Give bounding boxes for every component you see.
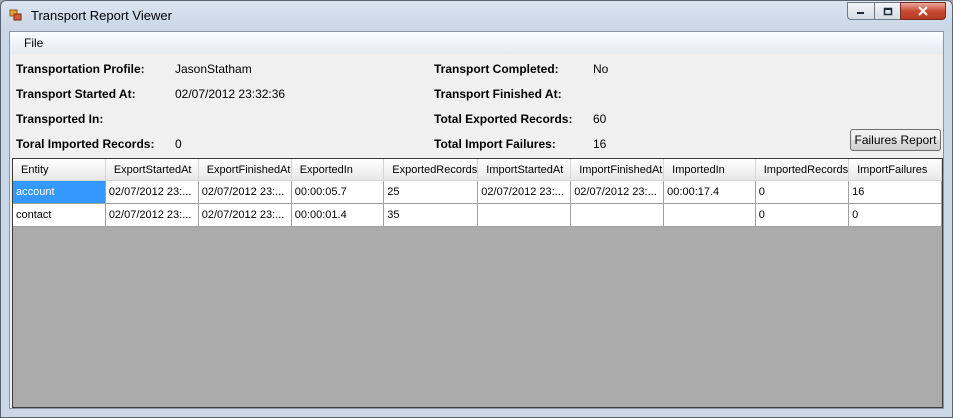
completed-value: No (593, 62, 609, 76)
column-header-imported-in[interactable]: ImportedIn (663, 159, 756, 181)
column-header-export-started-at[interactable]: ExportStartedAt (105, 159, 199, 181)
started-value: 02/07/2012 23:32:36 (175, 87, 286, 101)
grid-cell[interactable]: 02/07/2012 23:... (477, 180, 572, 204)
table-row[interactable]: contact 02/07/2012 23:... 02/07/2012 23:… (13, 203, 942, 227)
grid-cell[interactable]: 00:00:05.7 (291, 180, 385, 204)
main-window: Transport Report Viewer File Transportat… (0, 0, 953, 418)
grid-cell[interactable]: 0 (755, 180, 850, 204)
grid-cell[interactable]: 02/07/2012 23:... (198, 203, 292, 227)
grid-cell[interactable]: 02/07/2012 23:... (105, 180, 199, 204)
profile-value: JasonStatham (175, 62, 252, 76)
menu-file[interactable]: File (24, 36, 43, 50)
menu-bar: File (10, 32, 943, 54)
grid-cell[interactable]: account (13, 180, 106, 204)
grid-cell[interactable]: 25 (383, 180, 479, 204)
grid-cell[interactable]: 16 (848, 180, 942, 204)
finished-label: Transport Finished At: (434, 87, 562, 101)
column-header-import-started-at[interactable]: ImportStartedAt (477, 159, 572, 181)
grid-cell[interactable] (477, 203, 572, 227)
grid-cell[interactable]: 02/07/2012 23:... (570, 180, 665, 204)
maximize-button[interactable] (874, 2, 900, 20)
grid-cell[interactable]: 00:00:01.4 (291, 203, 385, 227)
completed-label: Transport Completed: (434, 62, 559, 76)
exported-records-label: Total Exported Records: (434, 112, 573, 126)
grid-cell[interactable]: 35 (383, 203, 479, 227)
import-failures-label: Total Import Failures: (434, 137, 556, 151)
column-header-exported-records[interactable]: ExportedRecords (383, 159, 479, 181)
caption-buttons (847, 2, 946, 21)
column-header-imported-records[interactable]: ImportedRecords (755, 159, 850, 181)
column-header-import-failures[interactable]: ImportFailures (848, 159, 942, 181)
grid-cell[interactable]: 02/07/2012 23:... (105, 203, 199, 227)
grid-table: Entity ExportStartedAt ExportFinishedAt … (13, 159, 942, 227)
column-header-import-finished-at[interactable]: ImportFinishedAt (570, 159, 665, 181)
table-row[interactable]: account 02/07/2012 23:... 02/07/2012 23:… (13, 180, 942, 204)
grid-cell[interactable]: 0 (755, 203, 850, 227)
title-bar[interactable]: Transport Report Viewer (1, 1, 952, 29)
close-icon (918, 6, 928, 16)
grid-header-row: Entity ExportStartedAt ExportFinishedAt … (13, 159, 942, 181)
grid-cell[interactable] (663, 203, 756, 227)
column-header-entity[interactable]: Entity (13, 159, 106, 181)
minimize-button[interactable] (847, 2, 874, 20)
failures-report-button[interactable]: Failures Report (850, 129, 941, 151)
window-title: Transport Report Viewer (31, 8, 172, 23)
import-failures-value: 16 (593, 137, 607, 151)
minimize-icon (857, 12, 864, 14)
app-window-icon (9, 9, 22, 21)
maximize-icon (883, 7, 892, 15)
grid-cell[interactable]: contact (13, 203, 106, 227)
client-area: File Transportation Profile: JasonStatha… (9, 31, 944, 409)
profile-label: Transportation Profile: (16, 62, 145, 76)
grid-cell[interactable] (570, 203, 665, 227)
grid-cell[interactable]: 02/07/2012 23:... (198, 180, 292, 204)
grid-cell[interactable]: 00:00:17.4 (663, 180, 756, 204)
close-button[interactable] (900, 2, 946, 20)
transported-in-label: Transported In: (16, 112, 104, 126)
imported-records-value: 0 (175, 137, 182, 151)
started-label: Transport Started At: (16, 87, 136, 101)
column-header-export-finished-at[interactable]: ExportFinishedAt (198, 159, 292, 181)
column-header-exported-in[interactable]: ExportedIn (291, 159, 385, 181)
exported-records-value: 60 (593, 112, 607, 126)
imported-records-label: Toral Imported Records: (16, 137, 155, 151)
grid-cell[interactable]: 0 (848, 203, 942, 227)
transport-data-grid[interactable]: Entity ExportStartedAt ExportFinishedAt … (12, 158, 943, 408)
